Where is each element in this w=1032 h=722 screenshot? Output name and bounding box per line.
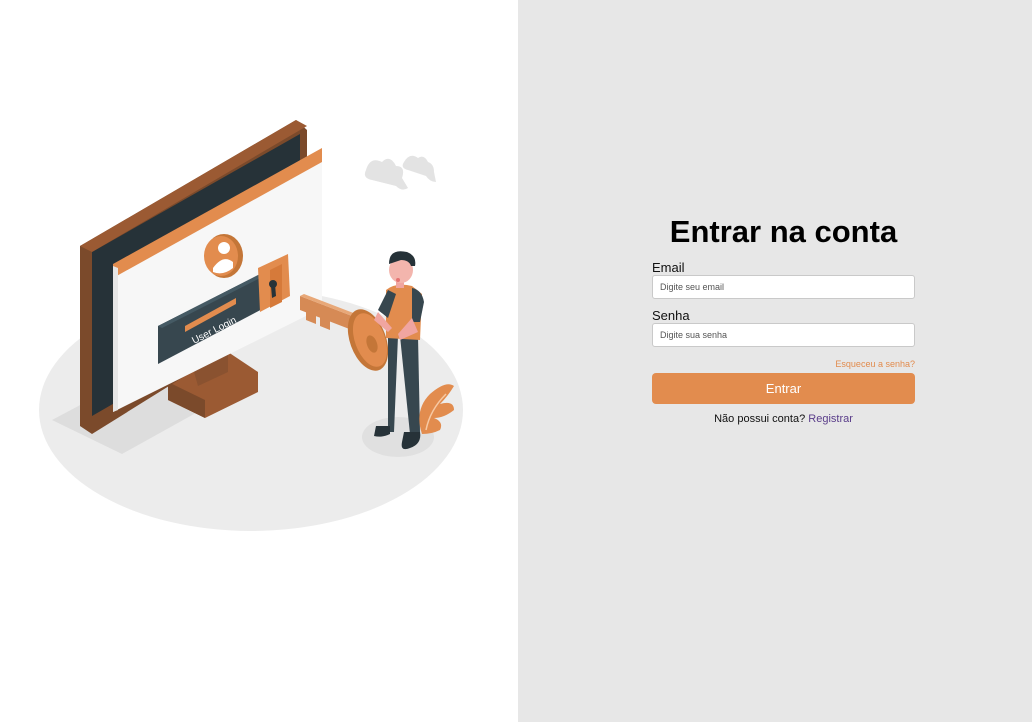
- page-title: Entrar na conta: [669, 214, 898, 249]
- register-prompt: Não possui conta? Registrar: [652, 412, 915, 426]
- login-form: Entrar na conta Email Senha Esqueceu a s…: [652, 212, 915, 426]
- register-link[interactable]: Registrar: [808, 413, 853, 425]
- password-field[interactable]: [652, 323, 915, 347]
- no-account-text: Não possui conta?: [714, 413, 806, 425]
- email-label: Email: [652, 260, 685, 275]
- email-field[interactable]: [652, 275, 915, 299]
- illustration-panel: User Login: [0, 0, 518, 722]
- password-label: Senha: [652, 308, 690, 323]
- forgot-password-link[interactable]: Esqueceu a senha?: [835, 359, 915, 369]
- cloud-icon: [364, 155, 436, 190]
- login-panel: Entrar na conta Email Senha Esqueceu a s…: [518, 0, 1032, 722]
- login-button[interactable]: Entrar: [652, 373, 915, 404]
- login-illustration: User Login: [39, 120, 463, 531]
